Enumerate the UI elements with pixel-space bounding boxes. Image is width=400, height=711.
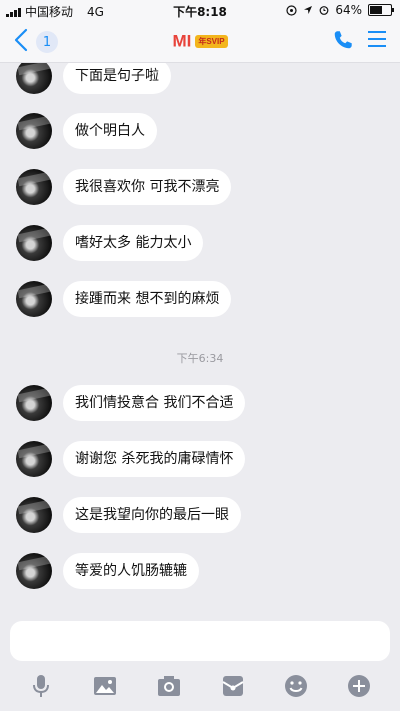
message-row: 等爱的人饥肠辘辘: [0, 553, 400, 593]
message-row: 接踵而来 想不到的麻烦: [0, 281, 400, 321]
avatar[interactable]: [16, 63, 52, 94]
message-bubble[interactable]: 接踵而来 想不到的麻烦: [63, 281, 232, 317]
avatar[interactable]: [16, 441, 52, 477]
message-bubble[interactable]: 下面是句子啦: [63, 63, 171, 94]
chat-header: 1 MI 年SVIP: [0, 20, 400, 63]
battery-percent: 64%: [335, 3, 362, 17]
message-row: 这是我望向你的最后一眼: [0, 497, 400, 537]
avatar[interactable]: [16, 553, 52, 589]
message-bubble[interactable]: 等爱的人饥肠辘辘: [63, 553, 199, 589]
avatar[interactable]: [16, 497, 52, 533]
message-input[interactable]: [10, 621, 390, 661]
avatar[interactable]: [16, 225, 52, 261]
status-right: 64%: [286, 3, 394, 17]
avatar[interactable]: [16, 169, 52, 205]
message-bubble[interactable]: 做个明白人: [63, 113, 157, 149]
menu-icon[interactable]: [368, 31, 386, 47]
plus-icon[interactable]: [346, 673, 372, 699]
message-bubble[interactable]: 嗜好太多 能力太小: [63, 225, 204, 261]
battery-icon: [368, 4, 394, 16]
location-icon: [304, 6, 313, 14]
input-bar: [0, 607, 400, 711]
message-row: 我们情投意合 我们不合适: [0, 385, 400, 425]
svip-badge: 年SVIP: [195, 35, 228, 48]
message-list[interactable]: 下面是句子啦 做个明白人 我很喜欢你 可我不漂亮 嗜好太多 能力太小 接踵而来 …: [0, 63, 400, 607]
avatar[interactable]: [16, 281, 52, 317]
message-row: 谢谢您 杀死我的庸碌情怀: [0, 441, 400, 481]
emoji-icon[interactable]: [283, 673, 309, 699]
input-toolbar: [0, 673, 400, 699]
message-bubble[interactable]: 我很喜欢你 可我不漂亮: [63, 169, 232, 205]
orientation-lock-icon: [286, 4, 297, 16]
image-icon[interactable]: [92, 673, 118, 699]
microphone-icon[interactable]: [28, 673, 54, 699]
message-row: 嗜好太多 能力太小: [0, 225, 400, 265]
camera-icon[interactable]: [156, 673, 182, 699]
status-bar: 中国移动 4G 下午8:18 64%: [0, 0, 400, 20]
phone-icon[interactable]: [332, 29, 354, 51]
message-bubble[interactable]: 谢谢您 杀死我的庸碌情怀: [63, 441, 246, 477]
avatar[interactable]: [16, 385, 52, 421]
message-bubble[interactable]: 我们情投意合 我们不合适: [63, 385, 246, 421]
chat-title[interactable]: MI: [172, 32, 191, 51]
message-bubble[interactable]: 这是我望向你的最后一眼: [63, 497, 241, 533]
message-row: 做个明白人: [0, 113, 400, 153]
alarm-icon: [319, 6, 329, 15]
avatar[interactable]: [16, 113, 52, 149]
message-row: 我很喜欢你 可我不漂亮: [0, 169, 400, 209]
message-row: 下面是句子啦: [0, 63, 400, 98]
timestamp-separator: 下午6:34: [176, 352, 224, 365]
red-packet-icon[interactable]: [220, 673, 246, 699]
